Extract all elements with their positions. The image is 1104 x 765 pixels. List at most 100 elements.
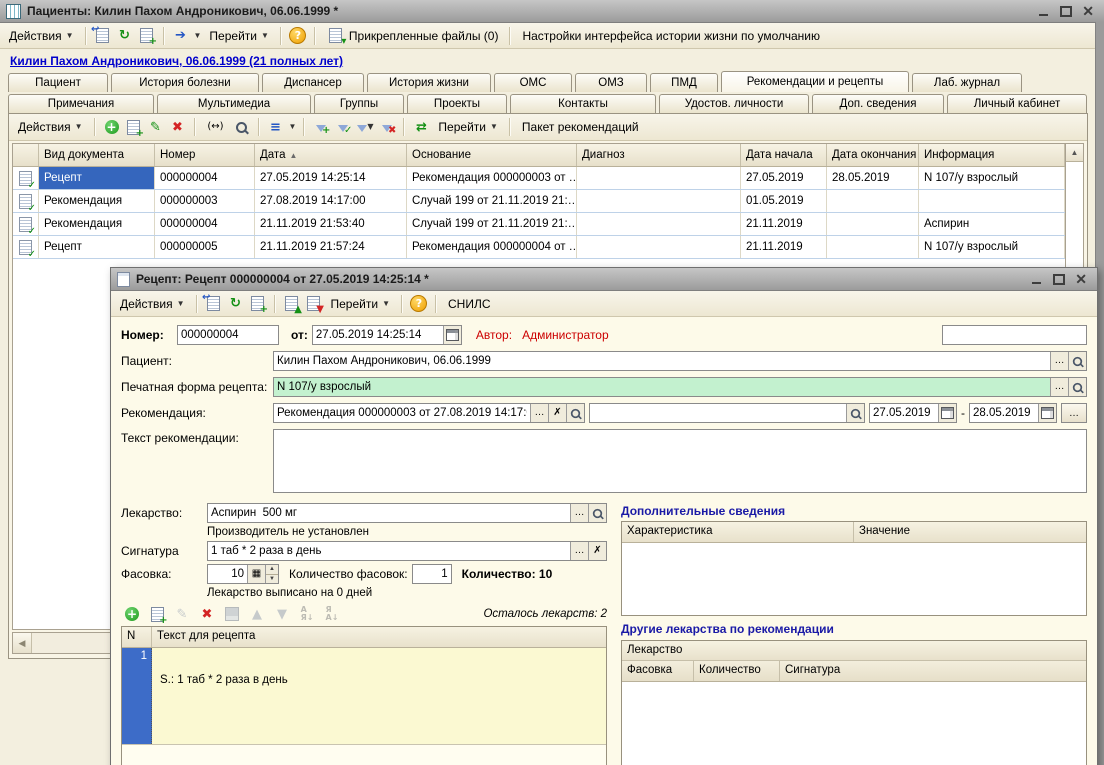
calendar-icon[interactable] [938,404,956,422]
cell-date-end[interactable] [827,190,919,212]
table-row[interactable]: Рекомендация00000000421.11.2019 21:53:40… [13,213,1065,236]
cell-info[interactable]: N 107/у взрослый [919,236,1065,258]
cell-diagnosis[interactable] [577,213,741,235]
maximize-button[interactable] [1060,5,1072,17]
sort-asc-icon[interactable]: АЯ↓ [298,605,316,623]
lookup-icon[interactable] [1068,352,1086,370]
ellipsis-button[interactable]: … [1050,378,1068,396]
dialog-goto-menu-button[interactable]: Перейти ▼ [327,295,394,313]
tab-r1-3[interactable]: История жизни [367,73,491,92]
clear-icon[interactable]: ✗ [588,542,606,560]
tab-r1-6[interactable]: ПМД [650,73,718,92]
column-header[interactable]: Дата окончания [827,144,919,166]
chevron-down-icon[interactable]: ▼ [289,123,297,131]
column-header[interactable]: Диагноз [577,144,741,166]
find-by-number-icon[interactable] [233,118,251,136]
cell-date-start[interactable]: 21.11.2019 [741,236,827,258]
chevron-down-icon[interactable]: ▼ [194,32,202,40]
cell-diagnosis[interactable] [577,167,741,189]
print-form-input[interactable] [274,378,1050,396]
clear-icon[interactable]: ✗ [548,404,566,422]
scroll-left-icon[interactable]: ◀ [13,633,32,653]
cell-date[interactable]: 27.05.2019 14:25:14 [255,167,407,189]
drug-input[interactable] [208,504,570,522]
cell-number[interactable]: 000000005 [155,236,255,258]
cell-date[interactable]: 21.11.2019 21:53:40 [255,213,407,235]
actions-menu-button[interactable]: Действия ▼ [5,27,78,45]
cell-basis[interactable]: Рекомендация 000000004 от … [407,236,577,258]
cell-date-end[interactable]: 28.05.2019 [827,167,919,189]
filter-history-icon[interactable]: ▼ [356,118,374,136]
lookup-icon[interactable] [846,404,864,422]
tab-r2-2[interactable]: Группы [314,94,404,113]
signature-input[interactable] [208,542,570,560]
add-copy-icon[interactable]: + [138,27,156,45]
cell-doc-type[interactable]: Рекомендация [39,213,155,235]
dialog-actions-menu-button[interactable]: Действия ▼ [116,295,189,313]
cell-diagnosis[interactable] [577,236,741,258]
sort-desc-icon[interactable]: ЯА↓ [323,605,341,623]
list-goto-menu-button[interactable]: Перейти ▼ [434,118,501,136]
refresh-list-icon[interactable]: ⇄ [412,118,430,136]
ellipsis-button[interactable]: … [570,504,588,522]
edit-icon[interactable]: ✎ [147,118,165,136]
tab-r1-1[interactable]: История болезни [111,73,259,92]
cell-number[interactable]: 000000003 [155,190,255,212]
cell-number[interactable]: 000000004 [155,167,255,189]
lookup-icon[interactable] [1068,378,1086,396]
packing-count-input[interactable] [413,565,451,583]
cell-date[interactable]: 21.11.2019 21:57:24 [255,236,407,258]
dialog-maximize-button[interactable] [1053,273,1065,285]
list-settings-icon[interactable]: ≡ [267,118,285,136]
tab-r2-0[interactable]: Примечания [8,94,154,113]
move-down-icon[interactable]: ▼ [273,605,291,623]
additional-info-body[interactable] [622,543,1086,615]
delete-icon[interactable]: ✖ [169,118,187,136]
cell-doc-type[interactable]: Рецепт [39,236,155,258]
recommendation-input[interactable] [274,404,530,422]
packing-stepper[interactable]: ▲▼ [265,565,278,583]
delete-icon[interactable]: ✖ [198,605,216,623]
tab-r1-8[interactable]: Лаб. журнал [912,73,1022,92]
tab-r2-5[interactable]: Удостов. личности [659,94,809,113]
recommendation-extra-input[interactable] [590,404,846,422]
reread-icon[interactable]: ↩ [205,295,223,313]
table-row[interactable]: Рецепт00000000521.11.2019 21:57:24Рекоме… [13,236,1065,259]
column-header[interactable]: Номер [155,144,255,166]
calendar-icon[interactable] [443,326,461,344]
table-row[interactable]: Рецепт00000000427.05.2019 14:25:14Рекоме… [13,167,1065,190]
calculator-icon[interactable]: ▦ [247,565,265,583]
date-from-input[interactable] [870,404,938,422]
cell-info[interactable]: N 107/у взрослый [919,167,1065,189]
goto-menu-button[interactable]: Перейти ▼ [205,27,272,45]
column-header[interactable]: Дата▲ [255,144,407,166]
add-icon[interactable]: + [123,605,141,623]
column-header[interactable]: Информация [919,144,1065,166]
set-period-icon[interactable]: (↔) [203,118,229,136]
cell-diagnosis[interactable] [577,190,741,212]
cell-doc-type[interactable]: Рекомендация [39,190,155,212]
reread-icon[interactable]: ↩ [94,27,112,45]
help-icon[interactable]: ? [289,27,307,45]
rx-table-row[interactable]: 1 S.: 1 таб * 2 раза в день [122,648,606,745]
cell-date-end[interactable] [827,213,919,235]
column-header[interactable]: Вид документа [39,144,155,166]
add-copy-icon[interactable]: + [148,605,166,623]
attached-files-button[interactable]: ▾ Прикрепленные файлы (0) [323,25,503,47]
aux-input[interactable] [943,326,1086,344]
period-ellipsis-button[interactable]: … [1061,403,1087,423]
dialog-minimize-button[interactable] [1031,273,1043,285]
filter-clear-icon[interactable]: ✖ [378,118,396,136]
cell-info[interactable] [919,190,1065,212]
unpost-document-icon[interactable]: ▼ [305,295,323,313]
other-drugs-body[interactable] [622,682,1086,765]
ellipsis-button[interactable]: … [530,404,548,422]
date-input[interactable] [313,326,443,344]
patient-link[interactable]: Килин Пахом Андроникович, 06.06.1999 (21… [10,54,343,68]
filter-settings-icon[interactable]: + [312,118,330,136]
packing-input[interactable] [208,565,247,583]
move-up-icon[interactable]: ▲ [248,605,266,623]
scroll-up-icon[interactable]: ▲ [1066,144,1083,162]
ellipsis-button[interactable]: … [1050,352,1068,370]
cell-number[interactable]: 000000004 [155,213,255,235]
